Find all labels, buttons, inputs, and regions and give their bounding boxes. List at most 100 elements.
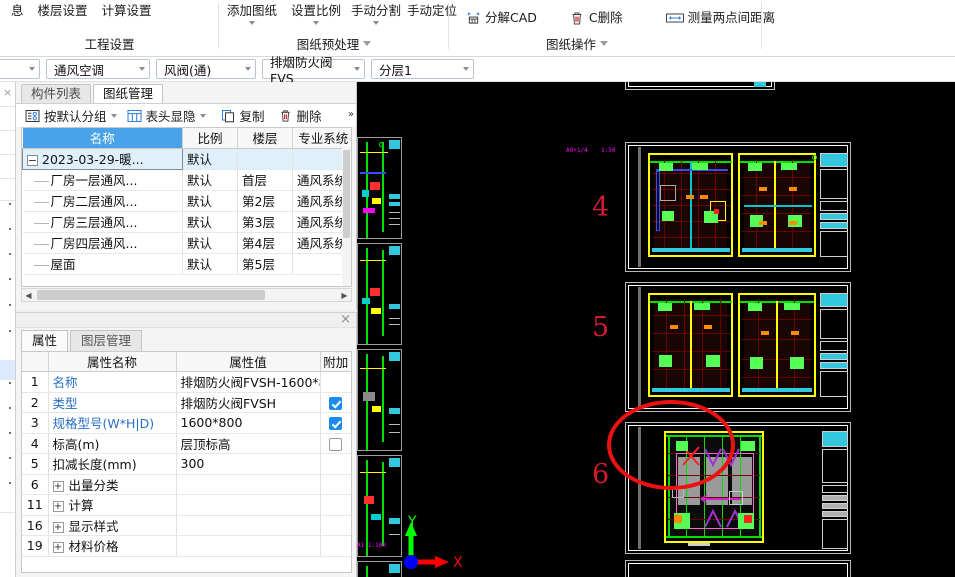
- cad-canvas[interactable]: A0+1/4 1:50 A1 1:100 4 5 6 Y X: [357, 82, 955, 577]
- property-value[interactable]: [176, 494, 321, 516]
- table-row[interactable]: 6 + 出量分类: [22, 474, 351, 495]
- table-row[interactable]: 厂房二层通风... 默认 第2层 通风系统: [22, 190, 351, 212]
- component-combo[interactable]: 风阀(通): [156, 59, 256, 79]
- tab-properties[interactable]: 属性: [21, 330, 69, 351]
- column-header-scale[interactable]: 比例: [182, 128, 238, 149]
- property-name-cell[interactable]: + 计算: [48, 494, 177, 516]
- table-row[interactable]: 1 名称 排烟防火阀FVSH-1600*800: [22, 371, 351, 393]
- ribbon-group-title[interactable]: 图纸操作: [449, 34, 705, 53]
- element-type-combo[interactable]: 排烟防火阀FVS: [262, 55, 365, 86]
- cad-sheet-thumb-left-5[interactable]: [357, 561, 402, 577]
- column-header-system[interactable]: 专业系统: [292, 128, 351, 149]
- table-row[interactable]: 屋面 默认 第5层: [22, 253, 351, 275]
- grid-horizontal-scrollbar[interactable]: ◀ ▶: [21, 288, 352, 302]
- ribbon-item-calc-settings[interactable]: 计算设置: [95, 2, 159, 20]
- property-name[interactable]: 规格型号(W*H|D): [48, 412, 177, 434]
- property-value[interactable]: [176, 535, 321, 557]
- drawing-name-cell[interactable]: 厂房一层通风...: [22, 169, 183, 191]
- ribbon-item-c-delete[interactable]: C删除: [562, 7, 630, 27]
- table-row[interactable]: 厂房四层通风... 默认 第4层 通风系统: [22, 232, 351, 254]
- table-row[interactable]: 19 + 材料价格: [22, 535, 351, 557]
- ribbon-item-set-scale[interactable]: 设置比例: [284, 2, 348, 25]
- tab-component-list[interactable]: 构件列表: [21, 84, 92, 103]
- expand-icon[interactable]: +: [52, 542, 64, 554]
- scroll-left-icon[interactable]: ◀: [22, 291, 35, 300]
- property-name[interactable]: 标高(m): [48, 433, 177, 454]
- copy-button[interactable]: 复制: [217, 106, 268, 126]
- cad-sheet-thumb-left-2[interactable]: [357, 243, 402, 345]
- delete-button[interactable]: 删除: [274, 106, 325, 126]
- ribbon-group-title[interactable]: 图纸预处理: [219, 34, 449, 53]
- close-icon[interactable]: ×: [3, 86, 12, 99]
- ribbon-item-floor-settings[interactable]: 楼层设置: [31, 2, 95, 20]
- drawing-name-cell[interactable]: 厂房三层通风...: [22, 211, 183, 233]
- property-name[interactable]: 名称: [48, 371, 177, 393]
- group-by-default-button[interactable]: 按默认分组: [21, 106, 123, 126]
- close-icon[interactable]: ×: [340, 312, 351, 327]
- property-value[interactable]: 层顶标高: [176, 433, 321, 454]
- table-row[interactable]: 16 + 显示样式: [22, 515, 351, 536]
- table-row[interactable]: 3 规格型号(W*H|D) 1600*800: [22, 412, 351, 434]
- expand-icon[interactable]: +: [52, 501, 64, 513]
- tab-drawing-management[interactable]: 图纸管理: [93, 84, 164, 103]
- property-name-cell[interactable]: + 出量分类: [48, 474, 177, 495]
- property-value[interactable]: 300: [176, 453, 321, 475]
- property-name[interactable]: 扣减长度(mm): [48, 453, 177, 475]
- scrollbar-thumb[interactable]: [37, 290, 265, 300]
- tab-layer-management[interactable]: 图层管理: [70, 330, 143, 351]
- property-name[interactable]: 类型: [48, 392, 177, 413]
- property-value[interactable]: [176, 515, 321, 536]
- hidden-combo[interactable]: [0, 59, 40, 79]
- cad-sheet-5[interactable]: [625, 282, 851, 412]
- scroll-right-icon[interactable]: ▶: [338, 291, 351, 300]
- attach-checkbox[interactable]: [329, 417, 342, 431]
- collapse-icon[interactable]: −: [27, 155, 38, 166]
- property-grid[interactable]: 属性名称 属性值 附加 1 名称 排烟防火阀FVSH-1600*800: [21, 351, 352, 573]
- cad-sheet-thumb-left-1[interactable]: [357, 137, 402, 239]
- cad-sheet-4[interactable]: [625, 142, 851, 272]
- discipline-combo[interactable]: 通风空调: [46, 59, 150, 79]
- property-value[interactable]: [176, 474, 321, 495]
- cad-sheet-partial-top[interactable]: [625, 82, 775, 90]
- ribbon-group-title-label: 图纸操作: [545, 37, 596, 52]
- scrollbar-track[interactable]: [35, 290, 338, 300]
- cad-sheet-partial-bottom[interactable]: [625, 560, 851, 577]
- ribbon-item-measure-distance[interactable]: 测量两点间距离: [658, 7, 783, 27]
- drawing-name-cell[interactable]: 屋面: [22, 253, 183, 275]
- attach-checkbox[interactable]: [329, 437, 342, 451]
- ribbon-item-info[interactable]: 息: [4, 2, 31, 20]
- drawings-grid[interactable]: 名称 比例 楼层 专业系统 −2023-03-29-暖... 默认 厂房一层通风…: [21, 127, 352, 287]
- expand-icon[interactable]: +: [52, 521, 64, 533]
- table-row[interactable]: 11 + 计算: [22, 494, 351, 516]
- ribbon-item-explode-cad[interactable]: 分解CAD: [458, 7, 544, 27]
- ribbon-item-add-drawing[interactable]: 添加图纸: [220, 2, 284, 25]
- cad-sheet-thumb-left-3[interactable]: [357, 349, 402, 451]
- scrollbar-thumb[interactable]: [343, 150, 350, 238]
- table-row[interactable]: 2 类型 排烟防火阀FVSH: [22, 392, 351, 413]
- table-row[interactable]: 厂房一层通风... 默认 首层 通风系统: [22, 169, 351, 191]
- table-row[interactable]: 4 标高(m) 层顶标高: [22, 433, 351, 454]
- table-row[interactable]: 5 扣减长度(mm) 300: [22, 453, 351, 475]
- attach-checkbox[interactable]: [329, 396, 342, 410]
- toggle-header-button[interactable]: 表头显隐: [123, 106, 212, 126]
- column-header-floor[interactable]: 楼层: [237, 128, 293, 149]
- expand-icon[interactable]: +: [52, 480, 64, 492]
- attach-cell[interactable]: [320, 412, 351, 434]
- grid-vertical-scrollbar[interactable]: [342, 148, 351, 286]
- drawing-name-cell[interactable]: 厂房四层通风...: [22, 232, 183, 254]
- drawing-name-cell[interactable]: 厂房二层通风...: [22, 190, 183, 212]
- ribbon-item-manual-split[interactable]: 手动分割: [348, 2, 404, 25]
- property-value[interactable]: 排烟防火阀FVSH: [176, 392, 321, 413]
- table-row[interactable]: 厂房三层通风... 默认 第3层 通风系统: [22, 211, 351, 233]
- column-header-name[interactable]: 名称: [22, 128, 183, 149]
- table-row[interactable]: −2023-03-29-暖... 默认: [22, 147, 351, 170]
- drawing-group-name-cell[interactable]: −2023-03-29-暖...: [22, 147, 183, 170]
- property-name-cell[interactable]: + 材料价格: [48, 535, 177, 557]
- property-value[interactable]: 排烟防火阀FVSH-1600*800: [176, 371, 321, 393]
- property-name-cell[interactable]: + 显示样式: [48, 515, 177, 536]
- layer-combo[interactable]: 分层1: [371, 59, 474, 79]
- toolbar-overflow-button[interactable]: »: [348, 109, 354, 120]
- attach-cell[interactable]: [320, 392, 351, 413]
- attach-cell[interactable]: [320, 433, 351, 454]
- property-value[interactable]: 1600*800: [176, 412, 321, 434]
